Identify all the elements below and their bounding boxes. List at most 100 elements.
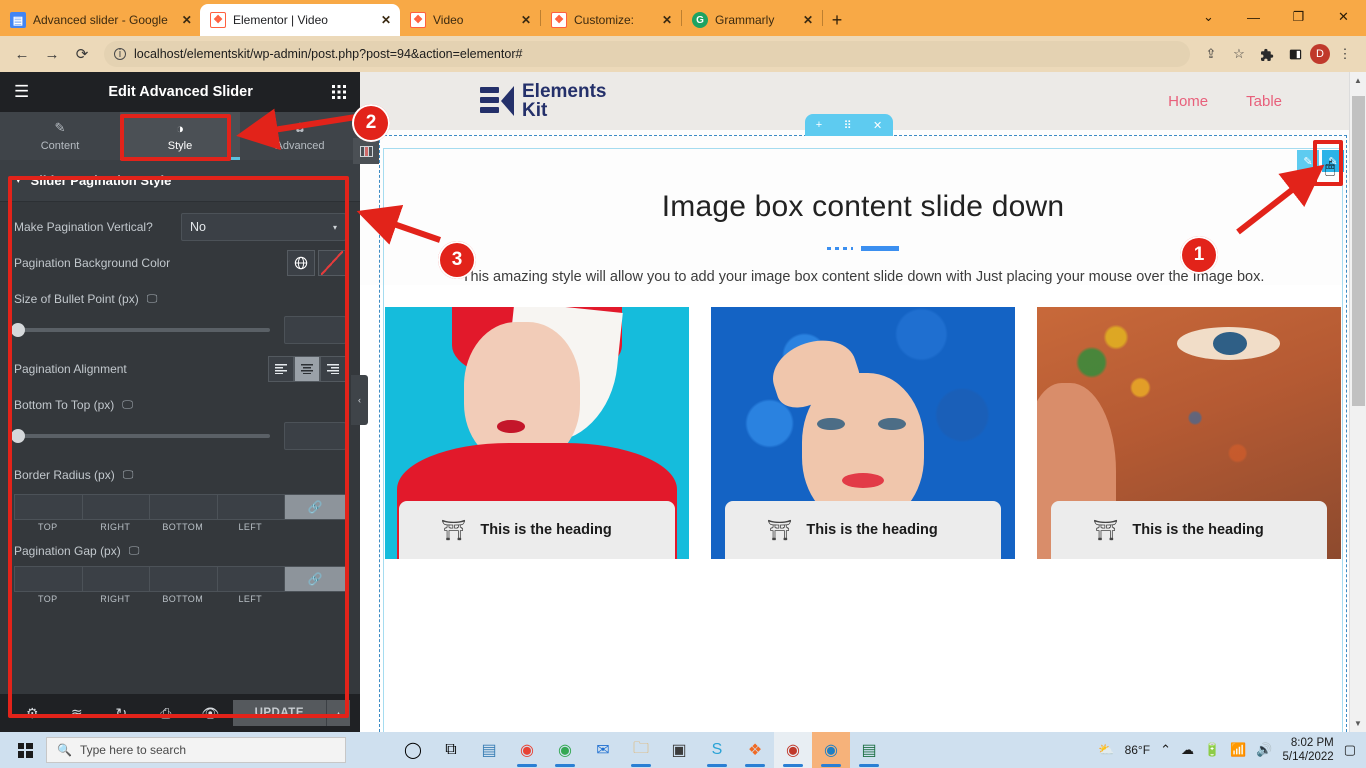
tab-label: Content bbox=[40, 140, 80, 152]
notepad-icon[interactable]: ▣ bbox=[660, 732, 698, 768]
weather-temperature: 86°F bbox=[1124, 743, 1151, 757]
profile-avatar[interactable]: D bbox=[1310, 44, 1330, 64]
annotation-badge-2: 2 bbox=[352, 104, 390, 142]
minimize-button[interactable]: — bbox=[1231, 0, 1276, 34]
address-bar-text: localhost/elementskit/wp-admin/post.php?… bbox=[134, 47, 523, 61]
reload-button[interactable]: ⟳ bbox=[68, 40, 96, 68]
logo-text: Elements Kit bbox=[522, 82, 606, 120]
remove-section-icon[interactable]: ✕ bbox=[873, 119, 882, 132]
chevron-up-icon[interactable]: ⌃ bbox=[1160, 742, 1171, 758]
tab-advanced[interactable]: ✿ Advanced bbox=[240, 112, 360, 160]
new-tab-button[interactable]: + bbox=[823, 6, 851, 34]
hero-description: This amazing style will allow you to add… bbox=[461, 269, 1265, 285]
system-tray: ⛅ 86°F ⌃ ☁ 🔋 📶 🔊 8:02 PM 5/14/2022 ▢ bbox=[1098, 736, 1362, 764]
edge-icon[interactable]: ◉ bbox=[812, 732, 850, 768]
card-caption: ⛩ This is the heading bbox=[725, 501, 1001, 559]
notification-icon[interactable]: ▢ bbox=[1344, 742, 1356, 758]
search-placeholder: Type here to search bbox=[79, 743, 187, 757]
browser-menu-icon[interactable]: ⋮ bbox=[1332, 41, 1358, 67]
forward-button[interactable]: → bbox=[38, 40, 66, 68]
extensions-puzzle-icon[interactable] bbox=[1254, 41, 1280, 67]
card-heading: This is the heading bbox=[806, 522, 938, 538]
cortana-icon[interactable]: ◯ bbox=[394, 732, 432, 768]
gear-icon: ✿ bbox=[294, 120, 306, 135]
divider-bar bbox=[861, 246, 899, 251]
browser-tab-2[interactable]: ❖ Video ✕ bbox=[400, 4, 540, 36]
nav-link-table[interactable]: Table bbox=[1246, 93, 1282, 110]
scrollbar-thumb[interactable] bbox=[1352, 96, 1365, 406]
mouse-cursor: 🖱 bbox=[1325, 158, 1336, 177]
tab-list-button[interactable]: ⌄ bbox=[1186, 0, 1231, 34]
chrome-icon[interactable]: ◉ bbox=[508, 732, 546, 768]
tab-close-button[interactable]: ✕ bbox=[179, 13, 194, 27]
image-box-card[interactable]: ⛩ This is the heading bbox=[1037, 307, 1341, 559]
share-icon[interactable]: ⇪ bbox=[1198, 41, 1224, 67]
card-caption: ⛩ This is the heading bbox=[399, 501, 675, 559]
clock-time: 8:02 PM bbox=[1290, 737, 1334, 749]
hero-divider bbox=[827, 246, 899, 251]
chrome-profile-icon[interactable]: ◉ bbox=[546, 732, 584, 768]
browser-tab-3[interactable]: ❖ Customize: ✕ bbox=[541, 4, 681, 36]
columns-glyph bbox=[359, 145, 373, 157]
hamburger-icon[interactable]: ☰ bbox=[14, 82, 29, 102]
chrome-dev-icon[interactable]: ◉ bbox=[774, 732, 812, 768]
tab-close-button[interactable]: ✕ bbox=[378, 13, 394, 27]
apps-grid-icon[interactable] bbox=[332, 85, 346, 99]
taskbar-search-input[interactable]: 🔍 Type here to search bbox=[46, 737, 346, 763]
image-box-cards: ⛩ This is the heading ⛩ This is the head… bbox=[360, 285, 1366, 559]
podium-icon: ⛩ bbox=[1093, 519, 1119, 542]
columns-icon[interactable] bbox=[353, 138, 379, 164]
bookmark-star-icon[interactable]: ☆ bbox=[1226, 41, 1252, 67]
browser-tab-0[interactable]: ▤ Advanced slider - Google Do ✕ bbox=[0, 4, 200, 36]
close-window-button[interactable]: ✕ bbox=[1321, 0, 1366, 34]
volume-icon[interactable]: 🔊 bbox=[1256, 742, 1272, 758]
canvas-scrollbar[interactable]: ▲ ▼ bbox=[1349, 72, 1366, 732]
elementskit-icon: ❖ bbox=[551, 12, 567, 28]
panel-header: ☰ Edit Advanced Slider bbox=[0, 72, 360, 112]
task-view-icon[interactable]: ⧉ bbox=[432, 732, 470, 768]
site-nav: Home Table bbox=[1168, 93, 1340, 110]
windows-start-button[interactable] bbox=[4, 732, 46, 768]
clock-date: 5/14/2022 bbox=[1282, 751, 1334, 763]
elementskit-logo: Elements Kit bbox=[480, 82, 606, 120]
page-title: Edit Advanced Slider bbox=[108, 84, 253, 100]
browser-tab-1[interactable]: ❖ Elementor | Video ✕ bbox=[200, 4, 400, 36]
mail-icon[interactable]: ✉ bbox=[584, 732, 622, 768]
card-caption: ⛩ This is the heading bbox=[1051, 501, 1327, 559]
tab-close-button[interactable]: ✕ bbox=[659, 13, 675, 27]
tab-title: Advanced slider - Google Do bbox=[33, 13, 173, 27]
excel-icon[interactable]: ▤ bbox=[850, 732, 888, 768]
tab-label: Advanced bbox=[275, 140, 325, 152]
image-box-card[interactable]: ⛩ This is the heading bbox=[385, 307, 689, 559]
wifi-icon[interactable]: 📶 bbox=[1230, 742, 1246, 758]
pencil-icon: ✎ bbox=[54, 120, 66, 135]
battery-icon[interactable]: 🔋 bbox=[1204, 742, 1220, 758]
tab-close-button[interactable]: ✕ bbox=[518, 13, 534, 27]
section-toolbar: + ⠿ ✕ bbox=[805, 114, 893, 136]
address-bar[interactable]: i localhost/elementskit/wp-admin/post.ph… bbox=[104, 41, 1190, 67]
editor-canvas: Elements Kit Home Table + ⠿ ✕ ✎ ✎ Image … bbox=[360, 72, 1366, 732]
image-box-card[interactable]: ⛩ This is the heading bbox=[711, 307, 1015, 559]
taskbar-clock[interactable]: 8:02 PM 5/14/2022 bbox=[1283, 736, 1334, 764]
side-panel-icon[interactable] bbox=[1282, 41, 1308, 67]
skype-icon[interactable]: S bbox=[698, 732, 736, 768]
drag-section-icon[interactable]: ⠿ bbox=[844, 119, 852, 132]
annotation-badge-3: 3 bbox=[438, 241, 476, 279]
file-explorer-legacy-icon[interactable]: ▤ bbox=[470, 732, 508, 768]
onedrive-icon[interactable]: ☁ bbox=[1181, 742, 1194, 758]
logo-text-line2: Kit bbox=[522, 100, 548, 121]
xampp-icon[interactable]: ❖ bbox=[736, 732, 774, 768]
scroll-down-arrow-icon[interactable]: ▼ bbox=[1350, 715, 1366, 732]
folder-icon[interactable]: 🗀 bbox=[622, 732, 660, 768]
panel-collapse-button[interactable]: ‹ bbox=[351, 375, 368, 425]
elementskit-icon: ❖ bbox=[410, 12, 426, 28]
maximize-button[interactable]: ❐ bbox=[1276, 0, 1321, 34]
add-section-icon[interactable]: + bbox=[816, 119, 822, 131]
tab-close-button[interactable]: ✕ bbox=[800, 13, 816, 27]
site-info-icon[interactable]: i bbox=[114, 48, 126, 60]
tab-content[interactable]: ✎ Content bbox=[0, 112, 120, 160]
back-button[interactable]: ← bbox=[8, 40, 36, 68]
browser-tab-4[interactable]: G Grammarly ✕ bbox=[682, 4, 822, 36]
scroll-up-arrow-icon[interactable]: ▲ bbox=[1350, 72, 1366, 89]
nav-link-home[interactable]: Home bbox=[1168, 93, 1208, 110]
